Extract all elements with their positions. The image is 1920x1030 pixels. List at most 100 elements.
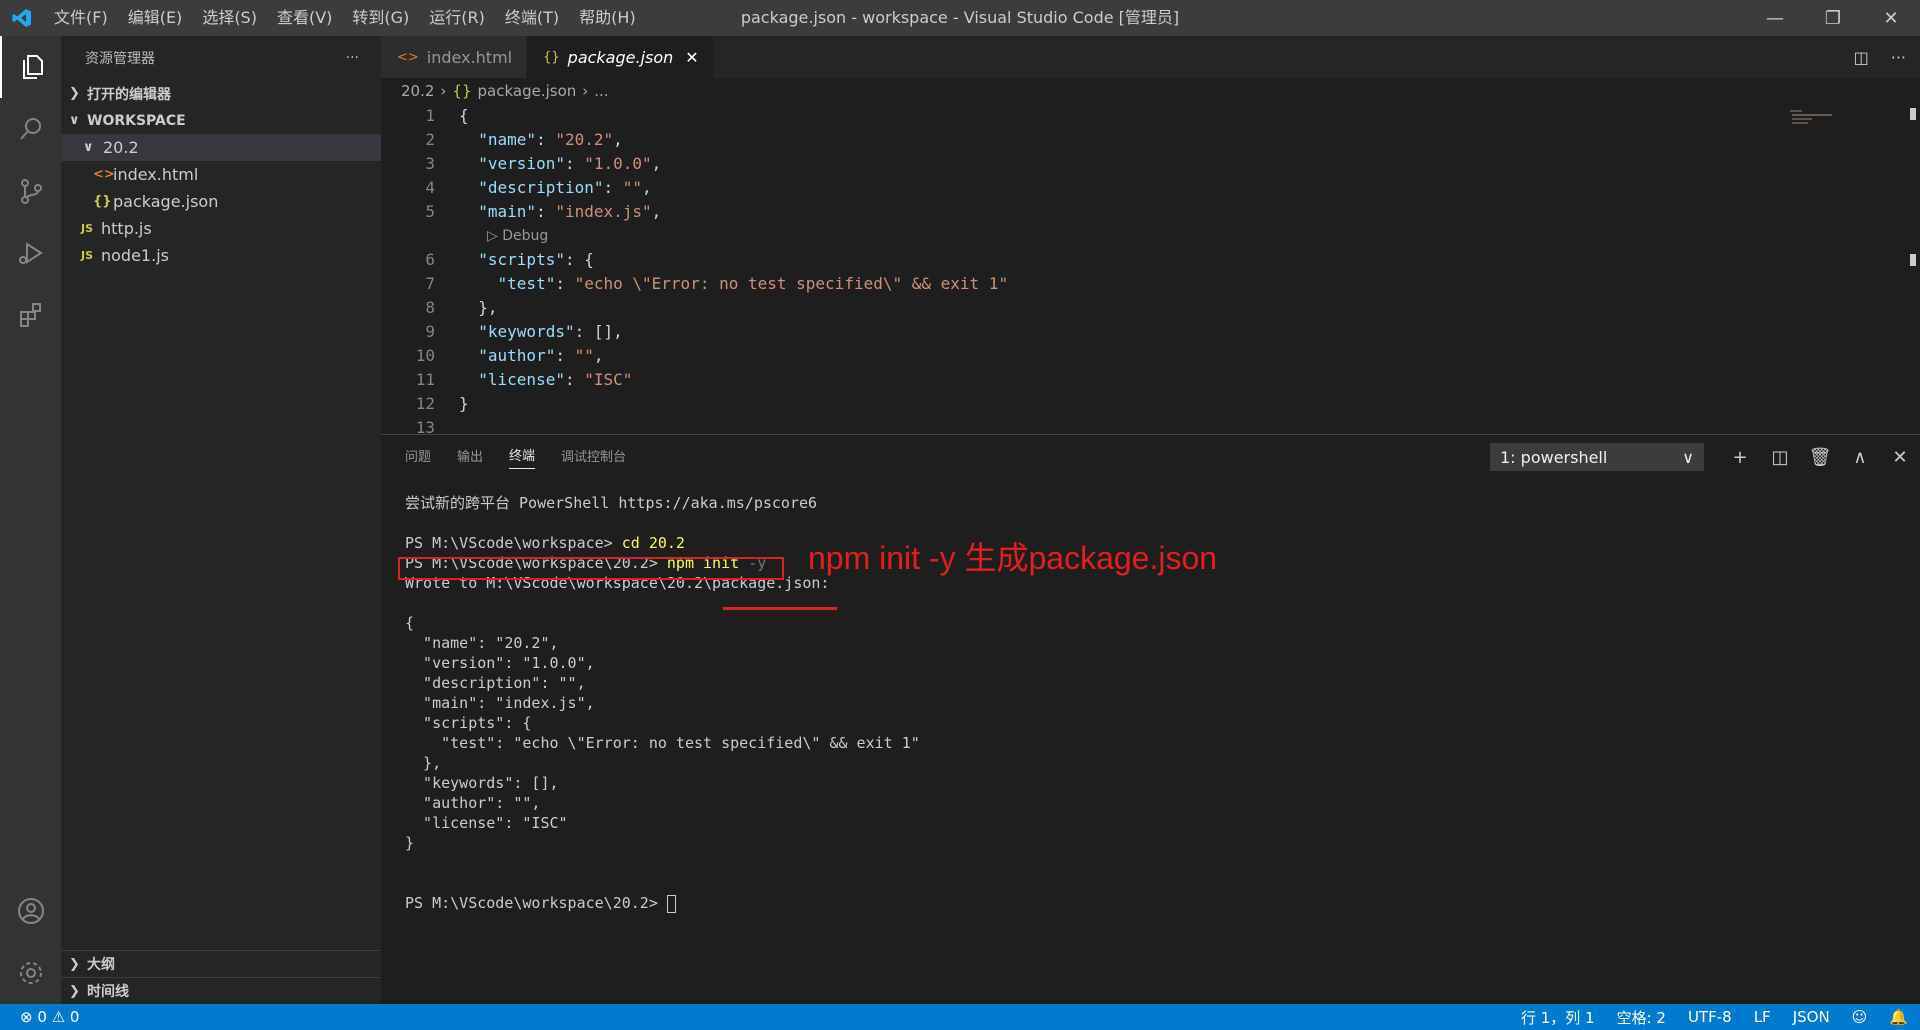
accounts-icon[interactable] [0, 880, 61, 942]
split-terminal-icon[interactable]: ◫ [1760, 447, 1800, 468]
encoding[interactable]: UTF-8 [1688, 1008, 1732, 1026]
menu-go[interactable]: 转到(G) [342, 0, 419, 36]
chevron-up-icon[interactable]: ∧ [1840, 447, 1880, 468]
workspace-label: WORKSPACE [87, 112, 186, 129]
timeline-section[interactable]: ❯ 时间线 [61, 977, 381, 1004]
file-label: node1.js [101, 246, 169, 265]
folder-20-2[interactable]: ∨ 20.2 [61, 134, 381, 161]
status-bar: ⊗ 0 ⚠ 0 行 1，列 1 空格: 2 UTF-8 LF JSON ☺ 🔔 [0, 1004, 1920, 1030]
run-debug-icon[interactable] [0, 222, 61, 284]
restore-button[interactable]: ❐ [1804, 0, 1862, 36]
chevron-right-icon: › [582, 82, 589, 100]
file-package-json[interactable]: {} package.json [61, 188, 381, 215]
tab-problems[interactable]: 问题 [405, 446, 431, 469]
tab-package-json[interactable]: {} package.json ✕ [527, 36, 714, 78]
terminal-select-value: 1: powershell [1500, 447, 1608, 467]
minimap[interactable] [1790, 108, 1850, 128]
terminal-line: } [405, 834, 415, 852]
search-icon[interactable] [0, 98, 61, 160]
menu-terminal[interactable]: 终端(T) [495, 0, 569, 36]
error-count: 0 [37, 1008, 47, 1026]
error-icon: ⊗ [20, 1008, 33, 1026]
terminal-select[interactable]: 1: powershell ∨ [1490, 443, 1704, 471]
new-terminal-icon[interactable]: + [1720, 447, 1760, 468]
warning-count: 0 [69, 1008, 80, 1026]
open-editors-label: 打开的编辑器 [87, 86, 171, 103]
outline-section[interactable]: ❯ 大纲 [61, 950, 381, 977]
editor-tabs: <> index.html {} package.json ✕ ◫ ··· [381, 36, 1920, 78]
breadcrumb-more[interactable]: ... [594, 82, 608, 100]
minimize-button[interactable]: — [1746, 0, 1804, 36]
terminal-line: "name": "20.2", [405, 634, 559, 652]
menu-help[interactable]: 帮助(H) [569, 0, 646, 36]
menu-view[interactable]: 查看(V) [267, 0, 342, 36]
tab-output[interactable]: 输出 [457, 446, 483, 469]
file-node1-js[interactable]: JS node1.js [61, 242, 381, 269]
file-label: http.js [101, 219, 152, 238]
extensions-icon[interactable] [0, 284, 61, 346]
open-editors-section[interactable]: ❯ 打开的编辑器 [61, 80, 381, 107]
workspace-section[interactable]: ∨ WORKSPACE [61, 107, 381, 134]
close-panel-icon[interactable]: ✕ [1880, 447, 1920, 468]
split-editor-icon[interactable]: ◫ [1854, 48, 1869, 67]
more-actions-icon[interactable]: ··· [1891, 48, 1906, 67]
feedback-icon[interactable]: ☺ [1852, 1008, 1868, 1026]
file-http-js[interactable]: JS http.js [61, 215, 381, 242]
title-bar: 文件(F) 编辑(E) 选择(S) 查看(V) 转到(G) 运行(R) 终端(T… [0, 0, 1920, 36]
tab-debug-console[interactable]: 调试控制台 [561, 446, 626, 469]
code-line: 2 "name": "20.2", [425, 130, 623, 149]
more-actions-icon[interactable]: ··· [346, 50, 359, 66]
js-file-icon: JS [81, 222, 94, 235]
html-file-icon: <> [397, 49, 419, 65]
file-index-html[interactable]: <> index.html [61, 161, 381, 188]
tab-terminal[interactable]: 终端 [509, 445, 536, 469]
language-mode[interactable]: JSON [1793, 1008, 1830, 1026]
menu-selection[interactable]: 选择(S) [192, 0, 267, 36]
close-tab-icon[interactable]: ✕ [685, 48, 698, 67]
trash-icon[interactable]: 🗑 [1800, 447, 1840, 468]
chevron-right-icon: ❯ [69, 86, 80, 101]
folder-label: 20.2 [103, 138, 139, 157]
warning-icon: ⚠ [51, 1008, 66, 1026]
close-window-button[interactable]: ✕ [1862, 0, 1920, 36]
menu-edit[interactable]: 编辑(E) [118, 0, 193, 36]
js-file-icon: JS [81, 249, 94, 262]
play-icon: ▷ [487, 228, 498, 244]
scrollbar[interactable] [1910, 108, 1916, 120]
tab-index-html[interactable]: <> index.html [381, 36, 528, 78]
explorer-icon[interactable] [0, 36, 61, 98]
json-file-icon: {} [452, 82, 472, 100]
breadcrumb-file[interactable]: package.json [478, 82, 577, 100]
bell-icon[interactable]: 🔔 [1889, 1008, 1908, 1026]
menu-run[interactable]: 运行(R) [419, 0, 495, 36]
terminal-line: "description": "", [405, 674, 586, 692]
terminal-line: "version": "1.0.0", [405, 654, 595, 672]
breadcrumb-folder[interactable]: 20.2 [401, 82, 434, 100]
cursor-position[interactable]: 行 1，列 1 [1521, 1007, 1595, 1028]
code-line: 8 }, [425, 298, 498, 317]
problems-status[interactable]: ⊗ 0 ⚠ 0 [0, 1008, 79, 1026]
settings-gear-icon[interactable] [0, 942, 61, 1004]
chevron-right-icon: › [440, 82, 447, 100]
file-label: index.html [113, 165, 199, 184]
chevron-down-icon: ∨ [69, 113, 80, 128]
end-of-line[interactable]: LF [1754, 1008, 1771, 1026]
code-line: 6 "scripts": { [425, 250, 594, 269]
code-line: 9 "keywords": [], [425, 322, 623, 341]
terminal-cursor [666, 894, 676, 913]
source-control-icon[interactable] [0, 160, 61, 222]
debug-codelens[interactable]: ▷ Debug [381, 224, 1920, 248]
breadcrumb: 20.2 › {} package.json › ... [381, 78, 1920, 104]
explorer-sidebar: 资源管理器 ··· ❯ 打开的编辑器 ∨ WORKSPACE ∨ 20.2 <>… [61, 36, 381, 1004]
timeline-label: 时间线 [87, 984, 129, 1000]
code-editor[interactable]: 1{ 2 "name": "20.2", 3 "version": "1.0.0… [381, 104, 1920, 440]
code-line: 12} [415, 394, 469, 413]
terminal-line: "test": "echo \"Error: no test specified… [405, 734, 920, 752]
menu-file[interactable]: 文件(F) [44, 0, 118, 36]
indentation[interactable]: 空格: 2 [1617, 1007, 1666, 1028]
menu-bar: 文件(F) 编辑(E) 选择(S) 查看(V) 转到(G) 运行(R) 终端(T… [44, 0, 646, 36]
scrollbar-marker [1910, 254, 1916, 266]
